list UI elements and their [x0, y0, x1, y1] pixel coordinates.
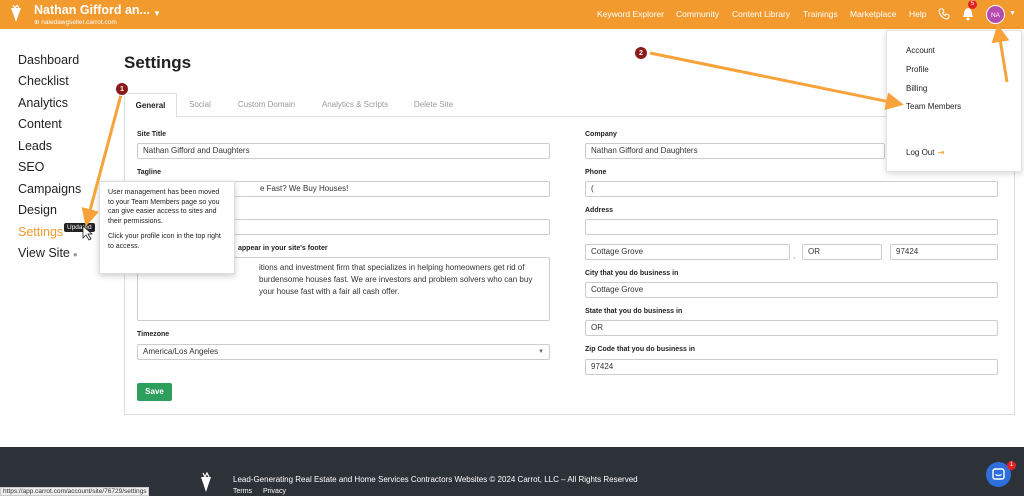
address-label: Address [585, 207, 614, 214]
profile-dropdown-menu: Account Profile Billing Team Members Log… [886, 30, 1022, 172]
menu-item-log-out[interactable]: Log Out ⇥ [906, 148, 944, 157]
nav-marketplace[interactable]: Marketplace [850, 9, 896, 19]
footer-link-terms[interactable]: Terms [233, 488, 252, 495]
phone-icon[interactable] [938, 8, 950, 20]
nav-community[interactable]: Community [676, 9, 719, 19]
menu-item-profile[interactable]: Profile [906, 65, 929, 74]
nav-keyword-explorer[interactable]: Keyword Explorer [597, 9, 664, 19]
zip-field[interactable]: 97424 [890, 244, 998, 260]
company-label: Company [585, 131, 617, 138]
settings-tabs: General Social Custom Domain Analytics &… [124, 93, 1015, 118]
footer [0, 447, 1024, 496]
business-state-field[interactable]: OR [585, 320, 998, 336]
updated-badge: Updated [64, 223, 95, 232]
address-field[interactable] [585, 219, 998, 235]
nav-trainings[interactable]: Trainings [803, 9, 838, 19]
nav-content-library[interactable]: Content Library [732, 9, 790, 19]
sidebar-item-design[interactable]: Design [18, 203, 57, 217]
business-zip-field[interactable]: 97424 [585, 359, 998, 375]
tooltip-message: User management has been moved to your T… [108, 189, 220, 225]
log-out-label: Log Out [906, 148, 935, 157]
tab-delete-site[interactable]: Delete Site [406, 93, 461, 117]
step-2-marker: 2 [634, 46, 648, 60]
step-1-marker: 1 [115, 82, 129, 96]
timezone-value: America/Los Angeles [143, 347, 219, 356]
notification-badge: 5 [968, 0, 977, 9]
menu-item-account[interactable]: Account [906, 46, 935, 55]
tab-custom-domain[interactable]: Custom Domain [229, 93, 304, 117]
phone-field[interactable]: ( [585, 181, 998, 197]
avatar-chevron-down-icon[interactable]: ▼ [1009, 10, 1016, 17]
sidebar-item-content[interactable]: Content [18, 117, 62, 131]
site-name[interactable]: Nathan Gifford an... [34, 3, 150, 17]
business-city-label: City that you do business in [585, 270, 679, 277]
site-url[interactable]: ⊕ naledawgseller.carrot.com [34, 18, 117, 26]
footer-text-label: appear in your site's footer [238, 245, 328, 252]
business-state-label: State that you do business in [585, 308, 683, 315]
tooltip-instruction: Click your profile icon in the top right… [108, 233, 221, 250]
save-button[interactable]: Save [137, 383, 172, 401]
team-members-tooltip: User management has been moved to your T… [99, 181, 235, 274]
site-url-text: naledawgseller.carrot.com [41, 19, 117, 26]
sidebar-item-label: View Site [18, 246, 70, 260]
carrot-logo-icon[interactable] [9, 5, 23, 23]
tagline-label: Tagline [137, 169, 161, 176]
site-title-label: Site Title [137, 131, 167, 138]
sidebar-item-campaigns[interactable]: Campaigns [18, 182, 81, 196]
business-zip-label: Zip Code that you do business in [585, 346, 696, 353]
address-separator: , [793, 251, 796, 260]
sidebar-item-checklist[interactable]: Checklist [18, 74, 69, 88]
menu-item-team-members[interactable]: Team Members [906, 102, 961, 111]
city-field[interactable]: Cottage Grove [585, 244, 790, 260]
sidebar-item-dashboard[interactable]: Dashboard [18, 53, 79, 67]
menu-item-billing[interactable]: Billing [906, 84, 927, 93]
footer-copyright: Lead-Generating Real Estate and Home Ser… [233, 475, 638, 484]
external-link-icon: ● [72, 250, 78, 259]
sidebar-item-view-site[interactable]: View Site ● [18, 246, 78, 260]
site-title-field[interactable]: Nathan Gifford and Daughters [137, 143, 550, 159]
tab-social[interactable]: Social [180, 93, 220, 117]
footer-link-privacy[interactable]: Privacy [263, 488, 286, 495]
sidebar-item-leads[interactable]: Leads [18, 139, 52, 153]
sidebar-item-seo[interactable]: SEO [18, 160, 44, 174]
chevron-down-icon: ▼ [538, 349, 544, 355]
avatar[interactable]: NA [986, 5, 1005, 24]
top-bar: Nathan Gifford an... ⊕ naledawgseller.ca… [0, 0, 1024, 29]
sidebar-item-analytics[interactable]: Analytics [18, 96, 68, 110]
phone-label: Phone [585, 169, 607, 176]
carrot-footer-logo-icon [201, 472, 211, 492]
tab-general[interactable]: General [124, 93, 177, 118]
nav-help[interactable]: Help [909, 9, 926, 19]
business-city-field[interactable]: Cottage Grove [585, 282, 998, 298]
logout-icon: ⇥ [937, 148, 945, 157]
bell-icon[interactable] [961, 7, 975, 21]
timezone-label: Timezone [137, 331, 170, 338]
state-field[interactable]: OR [802, 244, 882, 260]
footer-text-value: itions and investment firm that speciali… [259, 263, 533, 296]
sidebar-item-settings[interactable]: Settings [18, 225, 63, 239]
chat-badge: 1 [1007, 461, 1016, 470]
site-switcher-chevron-down-icon[interactable]: ▼ [153, 9, 161, 18]
tab-analytics-scripts[interactable]: Analytics & Scripts [314, 93, 396, 117]
status-bar-url: https://app.carrot.com/account/site/7672… [0, 487, 150, 496]
timezone-select[interactable]: America/Los Angeles ▼ [137, 344, 550, 360]
company-field[interactable]: Nathan Gifford and Daughters [585, 143, 885, 159]
page-title: Settings [124, 53, 192, 72]
